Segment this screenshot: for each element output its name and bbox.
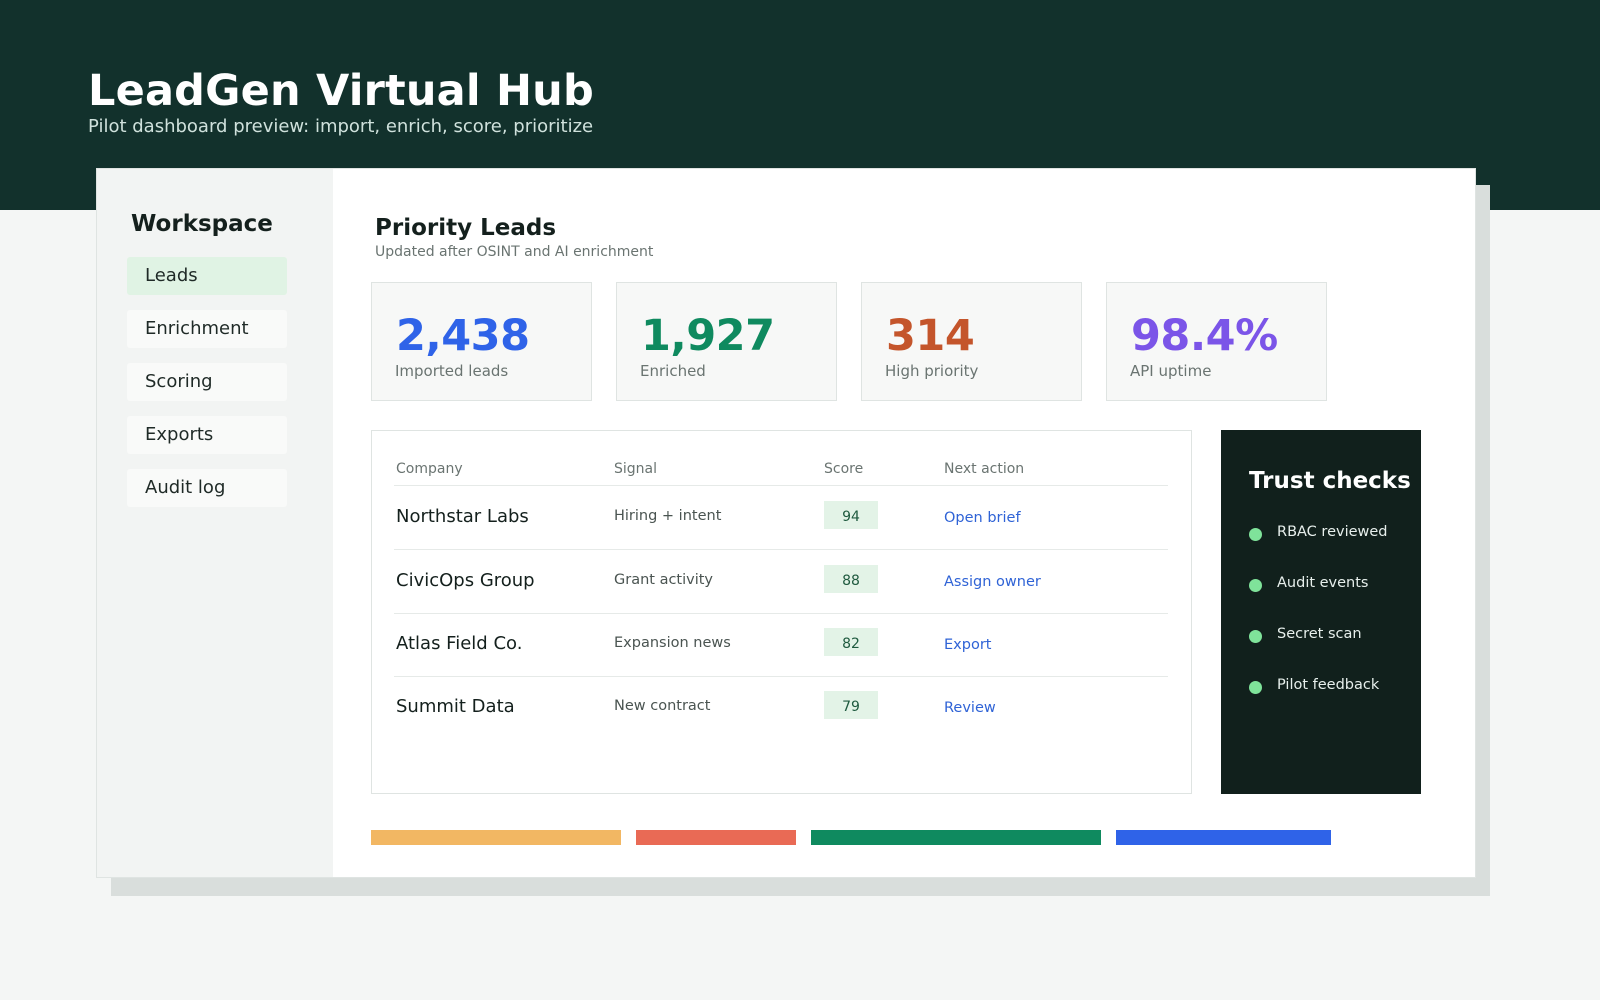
stat-value: 2,438 [396, 311, 530, 361]
app-subtitle: Pilot dashboard preview: import, enrich,… [88, 116, 594, 137]
stat-card-high-priority: 314 High priority [861, 282, 1082, 401]
next-action-link[interactable]: Review [944, 700, 996, 716]
color-bar-blue [1116, 830, 1331, 845]
leads-table: Company Signal Score Next action Northst… [371, 430, 1192, 794]
dashboard-panel: Workspace Leads Enrichment Scoring Expor… [96, 168, 1476, 878]
company-name: CivicOps Group [396, 570, 535, 591]
table-row: Atlas Field Co. Expansion news 82 Export [394, 613, 1168, 677]
sidebar-item-label: Scoring [145, 371, 213, 392]
sidebar-item-label: Exports [145, 424, 214, 445]
stat-card-imported: 2,438 Imported leads [371, 282, 592, 401]
company-name: Summit Data [396, 696, 515, 717]
sidebar-item-enrichment[interactable]: Enrichment [127, 310, 287, 348]
column-header-company: Company [396, 461, 463, 477]
trust-check-label: RBAC reviewed [1277, 524, 1388, 540]
score-badge: 94 [824, 501, 878, 529]
signal-text: Expansion news [614, 635, 731, 651]
stat-label: Enriched [640, 362, 706, 380]
signal-text: New contract [614, 698, 711, 714]
color-bar-red [636, 830, 796, 845]
stat-label: Imported leads [395, 362, 509, 380]
app-title: LeadGen Virtual Hub [88, 66, 594, 116]
table-row: Northstar Labs Hiring + intent 94 Open b… [394, 486, 1168, 550]
company-name: Northstar Labs [396, 506, 529, 527]
sidebar-item-scoring[interactable]: Scoring [127, 363, 287, 401]
score-badge: 82 [824, 628, 878, 656]
trust-check-label: Secret scan [1277, 626, 1362, 642]
column-header-next-action: Next action [944, 461, 1025, 477]
signal-text: Hiring + intent [614, 508, 722, 524]
table-row: CivicOps Group Grant activity 88 Assign … [394, 550, 1168, 614]
company-name: Atlas Field Co. [396, 633, 523, 654]
trust-check-label: Pilot feedback [1277, 677, 1380, 693]
status-dot-icon [1249, 579, 1262, 592]
score-badge: 79 [824, 691, 878, 719]
column-header-signal: Signal [614, 461, 658, 477]
sidebar-item-leads[interactable]: Leads [127, 257, 287, 295]
stat-value: 314 [886, 311, 975, 361]
sidebar-title: Workspace [131, 211, 273, 237]
stat-value: 98.4% [1131, 311, 1278, 361]
trust-checks-title: Trust checks [1249, 468, 1411, 494]
status-dot-icon [1249, 630, 1262, 643]
score-badge: 88 [824, 565, 878, 593]
table-row: Summit Data New contract 79 Review [394, 676, 1168, 740]
sidebar-item-audit-log[interactable]: Audit log [127, 469, 287, 507]
stat-label: High priority [885, 362, 979, 380]
color-bar-green [811, 830, 1101, 845]
stat-value: 1,927 [641, 311, 775, 361]
next-action-link[interactable]: Assign owner [944, 574, 1041, 590]
status-dot-icon [1249, 528, 1262, 541]
next-action-link[interactable]: Open brief [944, 510, 1021, 526]
trust-check-label: Audit events [1277, 575, 1369, 591]
stat-card-enriched: 1,927 Enriched [616, 282, 837, 401]
trust-checks-card: Trust checks RBAC reviewed Audit events … [1221, 430, 1421, 794]
next-action-link[interactable]: Export [944, 637, 991, 653]
column-header-score: Score [824, 461, 864, 477]
sidebar: Workspace Leads Enrichment Scoring Expor… [97, 169, 333, 877]
status-dot-icon [1249, 681, 1262, 694]
sidebar-item-label: Enrichment [145, 318, 249, 339]
color-bar-amber [371, 830, 621, 845]
sidebar-item-label: Leads [145, 265, 198, 286]
page-subtitle: Updated after OSINT and AI enrichment [375, 244, 654, 260]
page-title: Priority Leads [375, 215, 557, 241]
sidebar-item-label: Audit log [145, 477, 226, 498]
stat-card-api-uptime: 98.4% API uptime [1106, 282, 1327, 401]
stat-label: API uptime [1130, 362, 1212, 380]
sidebar-item-exports[interactable]: Exports [127, 416, 287, 454]
signal-text: Grant activity [614, 572, 714, 588]
